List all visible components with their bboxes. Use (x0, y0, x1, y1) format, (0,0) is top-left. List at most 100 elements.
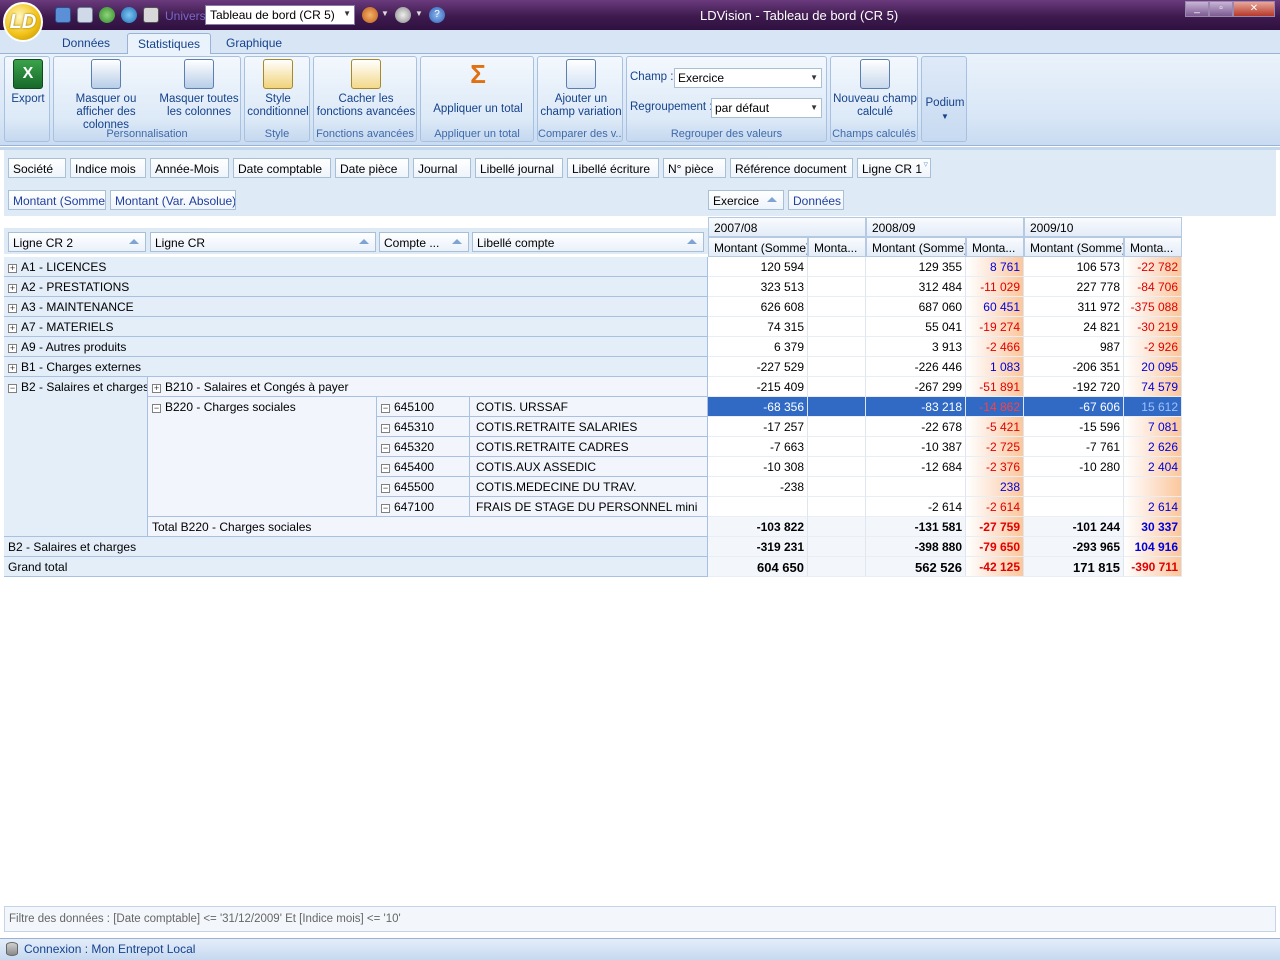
account-label-cell[interactable]: COTIS.AUX ASSEDIC (470, 457, 708, 477)
pivot-row-header[interactable]: + A7 - MATERIELS (4, 317, 708, 337)
pivot-value-cell[interactable] (808, 437, 866, 457)
chevron-down-icon[interactable]: ▼ (381, 9, 389, 18)
pivot-value-cell[interactable]: 30 337 (1124, 517, 1182, 537)
expand-icon[interactable]: + (8, 324, 17, 333)
pivot-value-cell[interactable]: -7 761 (1024, 437, 1124, 457)
pivot-value-cell[interactable]: 171 815 (1024, 557, 1124, 577)
field-libelle-ecriture[interactable]: Libellé écriture (567, 158, 659, 178)
pivot-value-cell[interactable]: 604 650 (708, 557, 808, 577)
pivot-value-cell[interactable]: 1 083 (966, 357, 1024, 377)
row-field-ligne-cr[interactable]: Ligne CR (150, 232, 376, 252)
univers-select[interactable]: Tableau de bord (CR 5) ▼ (205, 5, 355, 25)
pivot-value-cell[interactable]: 687 060 (866, 297, 966, 317)
style-conditionnel-button[interactable]: Style conditionnel (247, 59, 309, 119)
account-label-cell[interactable]: COTIS.RETRAITE SALARIES (470, 417, 708, 437)
collapse-icon[interactable]: − (381, 404, 390, 413)
account-label-cell[interactable]: COTIS.MEDECINE DU TRAV. (470, 477, 708, 497)
app-logo[interactable]: LD (3, 2, 43, 42)
pivot-value-cell[interactable]: -27 759 (966, 517, 1024, 537)
pivot-value-cell[interactable]: -68 356 (708, 397, 808, 417)
pivot-value-cell[interactable]: -390 711 (1124, 557, 1182, 577)
field-montant-var[interactable]: Montant (Var. Absolue) (110, 190, 236, 210)
field-societe[interactable]: Société (8, 158, 66, 178)
pivot-value-cell[interactable]: 104 916 (1124, 537, 1182, 557)
pivot-value-cell[interactable]: 312 484 (866, 277, 966, 297)
pivot-value-cell[interactable]: -10 280 (1024, 457, 1124, 477)
pivot-value-cell[interactable]: 60 451 (966, 297, 1024, 317)
pivot-value-cell[interactable] (808, 357, 866, 377)
column-field-donnees[interactable]: Données (788, 190, 844, 210)
pivot-value-cell[interactable]: 74 579 (1124, 377, 1182, 397)
masquer-toutes-button[interactable]: Masquer toutes les colonnes (158, 59, 240, 119)
pivot-value-cell[interactable]: -7 663 (708, 437, 808, 457)
podium-button[interactable]: Podium ▼ (924, 97, 966, 123)
column-field-exercice[interactable]: Exercice (708, 190, 784, 210)
pivot-value-cell[interactable]: -206 351 (1024, 357, 1124, 377)
pivot-value-cell[interactable] (1124, 477, 1182, 497)
measure-header[interactable]: Montant (Somme) (708, 237, 808, 257)
measure-header[interactable]: Montant (Somme) (866, 237, 966, 257)
account-code-cell[interactable]: −645100 (377, 397, 470, 417)
cacher-fonctions-button[interactable]: Cacher les fonctions avancées (316, 59, 416, 119)
pivot-value-cell[interactable]: 227 778 (1024, 277, 1124, 297)
pivot-value-cell[interactable]: 120 594 (708, 257, 808, 277)
tab-graphique[interactable]: Graphique (216, 33, 292, 54)
pivot-value-cell[interactable]: 626 608 (708, 297, 808, 317)
pivot-value-cell[interactable]: -131 581 (866, 517, 966, 537)
expand-icon[interactable]: + (8, 284, 17, 293)
pivot-value-cell[interactable]: -15 596 (1024, 417, 1124, 437)
measure-header[interactable]: Monta... (966, 237, 1024, 257)
pivot-row-header-b210[interactable]: + B210 - Salaires et Congés à payer (148, 377, 708, 397)
pivot-value-cell[interactable] (808, 457, 866, 477)
pivot-value-cell[interactable]: 2 614 (1124, 497, 1182, 517)
pivot-value-cell[interactable] (808, 397, 866, 417)
pivot-value-cell[interactable]: 129 355 (866, 257, 966, 277)
ajouter-variation-button[interactable]: Ajouter un champ variation (540, 59, 622, 119)
tab-donnees[interactable]: Données (52, 33, 120, 54)
pivot-value-cell[interactable]: 74 315 (708, 317, 808, 337)
measure-header[interactable]: Montant (Somme) (1024, 237, 1124, 257)
masquer-afficher-button[interactable]: Masquer ou afficher des colonnes (56, 59, 156, 132)
pivot-value-cell[interactable]: -67 606 (1024, 397, 1124, 417)
print-icon[interactable] (143, 7, 159, 23)
save-icon[interactable] (55, 7, 71, 23)
account-code-cell[interactable]: −645320 (377, 437, 470, 457)
expand-icon[interactable]: + (8, 344, 17, 353)
pivot-value-cell[interactable] (808, 337, 866, 357)
measure-header[interactable]: Monta... (808, 237, 866, 257)
pivot-value-cell[interactable]: -226 446 (866, 357, 966, 377)
pivot-value-cell[interactable]: -2 926 (1124, 337, 1182, 357)
export-button[interactable]: X Export (7, 59, 49, 106)
collapse-icon[interactable]: − (381, 484, 390, 493)
year-header-2008[interactable]: 2008/09 (866, 217, 1024, 237)
close-button[interactable]: ✕ (1233, 1, 1275, 17)
pivot-value-cell[interactable]: -398 880 (866, 537, 966, 557)
pivot-value-cell[interactable] (808, 477, 866, 497)
gear-icon[interactable] (395, 7, 411, 23)
pivot-value-cell[interactable]: -227 529 (708, 357, 808, 377)
collapse-icon[interactable]: − (152, 404, 161, 413)
pivot-value-cell[interactable]: -267 299 (866, 377, 966, 397)
field-montant-somme[interactable]: Montant (Somme) (8, 190, 106, 210)
pivot-value-cell[interactable]: -319 231 (708, 537, 808, 557)
pivot-grand-total[interactable]: Grand total (4, 557, 708, 577)
help-icon[interactable]: ? (429, 7, 445, 23)
maximize-button[interactable]: ▫ (1209, 1, 1233, 17)
pivot-value-cell[interactable]: -42 125 (966, 557, 1024, 577)
measure-header[interactable]: Monta... (1124, 237, 1182, 257)
pivot-value-cell[interactable] (1024, 477, 1124, 497)
refresh-icon[interactable] (99, 7, 115, 23)
pivot-value-cell[interactable]: 6 379 (708, 337, 808, 357)
pivot-value-cell[interactable]: 311 972 (1024, 297, 1124, 317)
pivot-value-cell[interactable]: -103 822 (708, 517, 808, 537)
pivot-value-cell[interactable]: 987 (1024, 337, 1124, 357)
pivot-value-cell[interactable]: 106 573 (1024, 257, 1124, 277)
collapse-icon[interactable]: − (381, 444, 390, 453)
expand-icon[interactable]: + (152, 384, 161, 393)
pivot-value-cell[interactable]: -17 257 (708, 417, 808, 437)
account-label-cell[interactable]: COTIS.RETRAITE CADRES (470, 437, 708, 457)
pivot-value-cell[interactable]: 24 821 (1024, 317, 1124, 337)
field-date-piece[interactable]: Date pièce (335, 158, 409, 178)
pivot-value-cell[interactable]: -83 218 (866, 397, 966, 417)
pivot-value-cell[interactable]: -293 965 (1024, 537, 1124, 557)
